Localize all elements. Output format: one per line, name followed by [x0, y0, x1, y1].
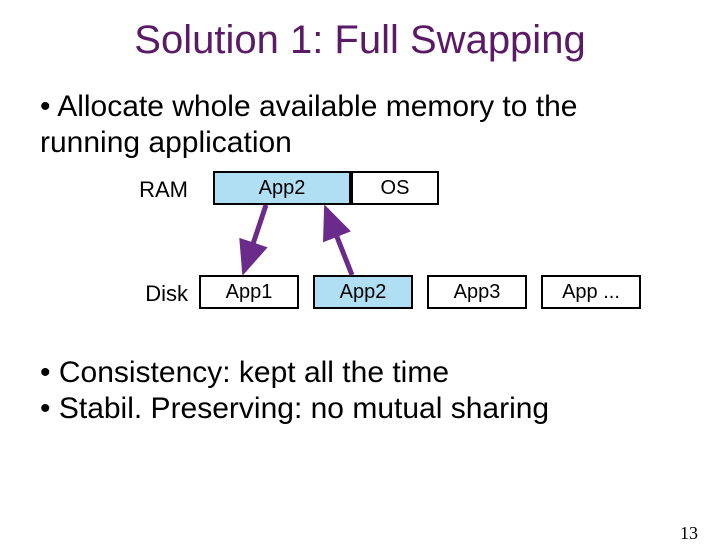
diagram: RAM Disk App2 OS App1 App2 App3 App ...: [0, 171, 720, 351]
bullet-list-bottom: Consistency: kept all the time Stabil. P…: [0, 355, 720, 427]
bullet-intro: Allocate whole available memory to the r…: [40, 89, 680, 161]
bullet-consistency: Consistency: kept all the time: [40, 355, 680, 391]
ram-app-box: App2: [213, 171, 351, 205]
ram-label: RAM: [118, 177, 188, 203]
bullet-list-top: Allocate whole available memory to the r…: [0, 89, 720, 161]
disk-label: Disk: [118, 281, 188, 307]
slide: Solution 1: Full Swapping Allocate whole…: [0, 18, 720, 558]
slide-title: Solution 1: Full Swapping: [0, 18, 720, 63]
disk-app-etc-box: App ...: [541, 275, 641, 309]
ram-os-box: OS: [351, 171, 439, 205]
bullet-stability: Stabil. Preserving: no mutual sharing: [40, 391, 680, 427]
disk-app2-box: App2: [313, 275, 413, 309]
disk-app3-box: App3: [427, 275, 527, 309]
page-number: 13: [680, 523, 698, 544]
disk-app1-box: App1: [199, 275, 299, 309]
